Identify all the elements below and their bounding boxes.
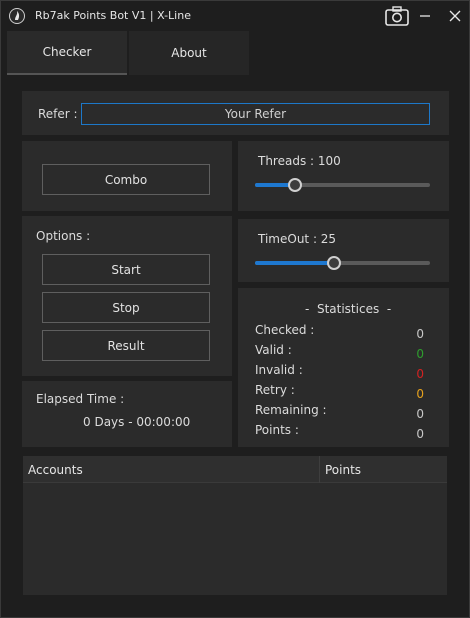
close-icon[interactable] (442, 5, 468, 27)
result-button[interactable]: Result (42, 330, 210, 361)
stat-points-value: 0 (416, 427, 424, 441)
window-title: Rb7ak Points Bot V1 | X-Line (35, 9, 191, 22)
stat-remaining-label: Remaining : (255, 403, 327, 417)
threads-slider[interactable] (255, 178, 430, 192)
stat-retry-value: 0 (416, 387, 424, 401)
timeout-label: TimeOut : 25 (258, 232, 337, 246)
elapsed-value: 0 Days - 00:00:00 (83, 415, 191, 429)
camera-icon[interactable] (383, 5, 411, 27)
accounts-grid-body[interactable] (23, 483, 447, 595)
stat-invalid-value: 0 (416, 367, 424, 381)
elapsed-panel (22, 381, 232, 447)
column-points[interactable]: Points (320, 456, 447, 483)
refer-input[interactable] (81, 103, 430, 125)
timeout-slider-fill (255, 261, 334, 265)
stat-checked-label: Checked : (255, 323, 315, 337)
timeout-slider-thumb[interactable] (326, 256, 341, 270)
combo-button[interactable]: Combo (42, 164, 210, 195)
stat-retry-label: Retry : (255, 383, 295, 397)
elapsed-label: Elapsed Time : (36, 392, 125, 406)
column-accounts[interactable]: Accounts (23, 456, 320, 483)
minimize-icon[interactable] (412, 5, 438, 27)
stat-checked-value: 0 (416, 327, 424, 341)
stat-valid-label: Valid : (255, 343, 292, 357)
accounts-grid-header: Accounts Points (23, 456, 447, 483)
statistics-title: - Statistices - (305, 302, 392, 316)
stop-button[interactable]: Stop (42, 292, 210, 323)
stat-valid-value: 0 (416, 347, 424, 361)
timeout-slider[interactable] (255, 256, 430, 270)
tab-bar: Checker About (7, 31, 249, 75)
stat-remaining-value: 0 (416, 407, 424, 421)
threads-label: Threads : 100 (258, 154, 341, 168)
app-window: Rb7ak Points Bot V1 | X-Line Checker Abo… (0, 0, 470, 618)
app-logo-icon (9, 8, 25, 24)
title-bar: Rb7ak Points Bot V1 | X-Line (1, 1, 469, 31)
refer-label: Refer : (38, 107, 78, 121)
stat-invalid-label: Invalid : (255, 363, 303, 377)
timeout-panel (238, 219, 449, 282)
start-button[interactable]: Start (42, 254, 210, 285)
stat-points-label: Points : (255, 423, 299, 437)
threads-panel (238, 141, 449, 211)
tab-about[interactable]: About (129, 31, 249, 75)
tab-checker[interactable]: Checker (7, 31, 127, 75)
options-title: Options : (36, 229, 91, 243)
